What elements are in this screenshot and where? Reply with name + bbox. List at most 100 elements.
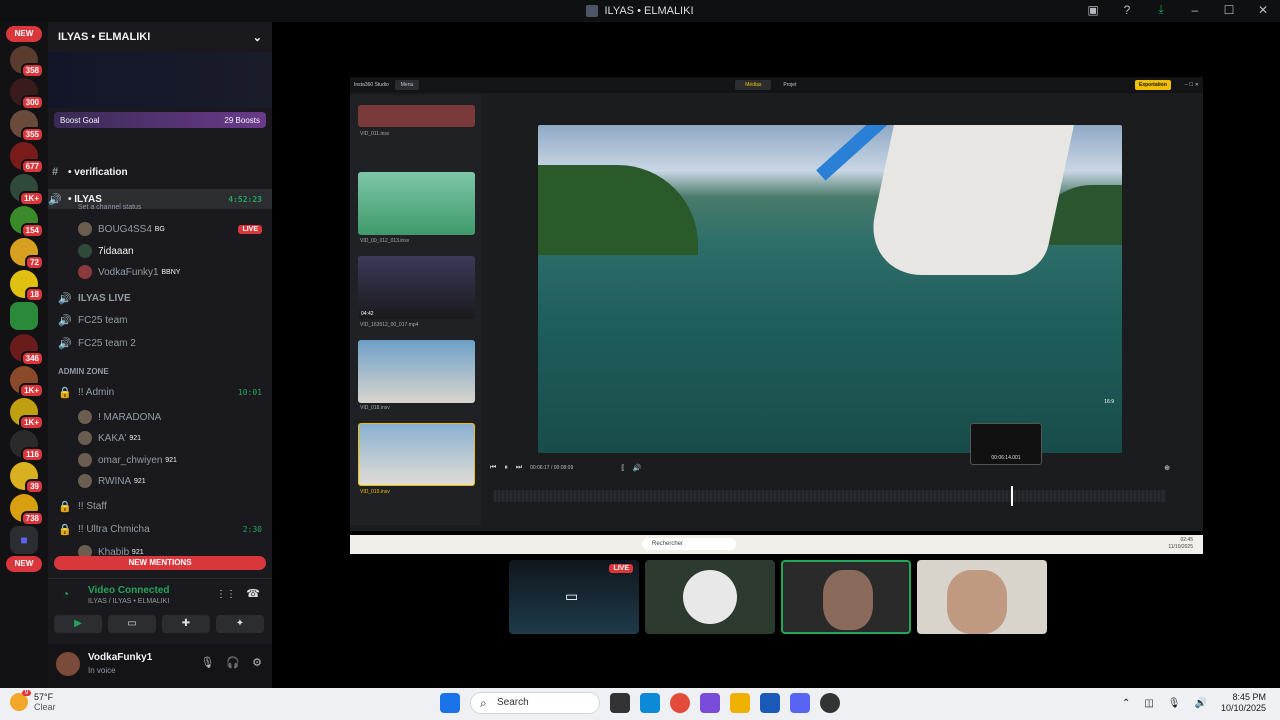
chevron-up-icon[interactable]: ⌃ xyxy=(1122,698,1130,709)
inbox-icon[interactable]: ▣ xyxy=(1084,3,1102,17)
signal-icon[interactable]: ◔ xyxy=(62,587,69,601)
disconnect-icon[interactable]: ☎ xyxy=(246,587,260,600)
category-label: ADMIN ZONE xyxy=(58,367,109,376)
gear-icon[interactable]: ⚙ xyxy=(252,656,262,669)
member-tag: 921 xyxy=(131,548,144,556)
copilot-icon[interactable] xyxy=(700,693,720,713)
video-preview[interactable]: 16:9 xyxy=(538,125,1122,453)
aspect-ratio[interactable]: 16:9 xyxy=(1104,399,1114,405)
media-thumbnail[interactable] xyxy=(358,105,475,127)
voice-member[interactable]: omar_chwiyen 921 xyxy=(48,453,272,467)
close-button[interactable]: ✕ xyxy=(1254,3,1272,17)
mic-icon[interactable]: 🎙 xyxy=(200,656,214,669)
voice-member[interactable]: RWINA 921 xyxy=(48,474,272,488)
server-icon[interactable]: 346 xyxy=(10,334,44,366)
network-icon[interactable]: ◫ xyxy=(1144,698,1153,709)
weather-widget[interactable]: 9 57°F Clear xyxy=(10,690,56,712)
export-button[interactable]: Exportation xyxy=(1134,80,1171,90)
volume-icon[interactable]: 🔊 xyxy=(1195,698,1207,709)
window-controls[interactable]: – ☐ ✕ xyxy=(1185,82,1199,88)
folder-icon[interactable]: ■ xyxy=(10,526,38,554)
next-icon[interactable]: ⏭ xyxy=(516,464,522,472)
server-icon[interactable]: 18 xyxy=(10,270,44,302)
playhead[interactable] xyxy=(1011,486,1014,506)
zoom-icon[interactable]: ⊕ xyxy=(1164,464,1170,472)
media-thumbnail[interactable]: 04:42 xyxy=(358,256,475,319)
server-icon[interactable]: 355 xyxy=(10,110,44,142)
edge-icon[interactable] xyxy=(640,693,660,713)
taskbar-search[interactable]: Search xyxy=(470,692,600,714)
media-thumbnail[interactable] xyxy=(358,172,475,235)
server-icon[interactable]: 72 xyxy=(10,238,44,270)
mic-icon[interactable]: 🎙 xyxy=(1168,698,1181,709)
help-icon[interactable]: ? xyxy=(1118,3,1136,17)
channel-admin[interactable]: 🔒 !! Admin 10:01 xyxy=(48,386,272,399)
channel-fc25-2[interactable]: 🔊 FC25 team 2 xyxy=(48,337,272,350)
pause-icon[interactable]: ⏸ xyxy=(504,464,508,472)
clock[interactable]: 8:45 PM 10/10/2025 xyxy=(1221,692,1266,714)
previous-icon[interactable]: ⏮ xyxy=(490,464,496,472)
server-icon[interactable] xyxy=(10,302,38,330)
channel-verification[interactable]: # • verification xyxy=(48,166,272,178)
server-icon[interactable]: 1K+ xyxy=(10,174,44,206)
voice-location[interactable]: ILYAS / ILYAS • ELMALIKI xyxy=(88,598,169,605)
activity-button[interactable]: ✚ xyxy=(162,615,210,633)
server-icon[interactable]: 738 xyxy=(10,494,44,526)
avatar[interactable] xyxy=(56,652,80,676)
participant-tile[interactable] xyxy=(917,560,1047,634)
maximize-button[interactable]: ☐ xyxy=(1220,3,1238,17)
server-icon[interactable]: 39 xyxy=(10,462,44,494)
server-icon[interactable]: 677 xyxy=(10,142,44,174)
category-admin-zone[interactable]: ADMIN ZONE xyxy=(48,367,272,376)
volume-icon[interactable]: 🔊 xyxy=(633,464,642,472)
download-icon[interactable]: ⤓ xyxy=(1152,2,1170,17)
trim-icon[interactable]: ⟦ xyxy=(621,464,624,472)
channel-status[interactable]: Set a channel status xyxy=(48,204,272,211)
stream-tile[interactable]: LIVE ▭ xyxy=(509,560,639,634)
noise-suppression-icon[interactable]: ⋮⋮ xyxy=(216,589,236,600)
channel-ilyas-live[interactable]: 🔊 ILYAS LIVE xyxy=(48,292,272,305)
soundboard-button[interactable]: ✦ xyxy=(216,615,264,633)
timeline[interactable] xyxy=(494,486,1166,506)
screen-share-button[interactable]: ▭ xyxy=(108,615,156,633)
minimize-button[interactable]: – xyxy=(1186,3,1204,17)
insta360-icon[interactable] xyxy=(820,693,840,713)
voice-member[interactable]: BOUG4SS4 BG LIVE xyxy=(48,222,272,236)
store-icon[interactable] xyxy=(760,693,780,713)
channel-status-text: Set a channel status xyxy=(78,204,142,211)
channel-fc25[interactable]: 🔊 FC25 team xyxy=(48,314,272,327)
file-explorer-icon[interactable] xyxy=(730,693,750,713)
participant-tile[interactable] xyxy=(645,560,775,634)
camera-button[interactable]: ▶ xyxy=(54,615,102,633)
task-view-icon[interactable] xyxy=(610,693,630,713)
media-thumbnail[interactable] xyxy=(358,423,475,486)
new-unreads-pill[interactable]: NEW xyxy=(6,26,42,42)
media-file-name: VID_163512_00_017.mp4 xyxy=(360,322,419,328)
server-icon[interactable]: 154 xyxy=(10,206,44,238)
chrome-icon[interactable] xyxy=(670,693,690,713)
server-icon[interactable]: 358 xyxy=(10,46,44,78)
participant-tile-speaking[interactable] xyxy=(781,560,911,634)
tab-project[interactable]: Projet xyxy=(773,80,806,90)
new-unreads-pill[interactable]: NEW xyxy=(6,556,42,572)
discord-icon[interactable] xyxy=(790,693,810,713)
voice-member[interactable]: KAKA' 921 xyxy=(48,431,272,445)
channel-ultra-chmicha[interactable]: 🔒 !! Ultra Chmicha 2:30 xyxy=(48,523,272,536)
headphones-icon[interactable]: 🎧 xyxy=(226,656,240,669)
tab-media[interactable]: Médias xyxy=(735,80,772,90)
server-header[interactable]: ILYAS • ELMALIKI ⌄ xyxy=(48,22,272,52)
server-icon[interactable]: 1K+ xyxy=(10,366,44,398)
server-icon[interactable]: 1K+ xyxy=(10,398,44,430)
new-mentions-pill[interactable]: NEW MENTIONS xyxy=(54,556,266,570)
voice-member[interactable]: VodkaFunky1 BBNY xyxy=(48,265,272,279)
voice-member[interactable]: 7idaaan xyxy=(48,244,272,258)
boost-goal-bar[interactable]: Boost Goal 29 Boosts xyxy=(54,112,266,128)
shared-screen-insta360[interactable]: Insta360 Studio Menu Médias Projet Expor… xyxy=(350,77,1203,531)
start-icon[interactable] xyxy=(440,693,460,713)
server-icon[interactable]: 116 xyxy=(10,430,44,462)
menu-button[interactable]: Menu xyxy=(394,80,420,90)
voice-member[interactable]: ! MARADONA xyxy=(48,410,272,424)
server-icon[interactable]: 300 xyxy=(10,78,44,110)
media-thumbnail[interactable] xyxy=(358,340,475,403)
channel-staff[interactable]: 🔒 !! Staff xyxy=(48,500,272,513)
